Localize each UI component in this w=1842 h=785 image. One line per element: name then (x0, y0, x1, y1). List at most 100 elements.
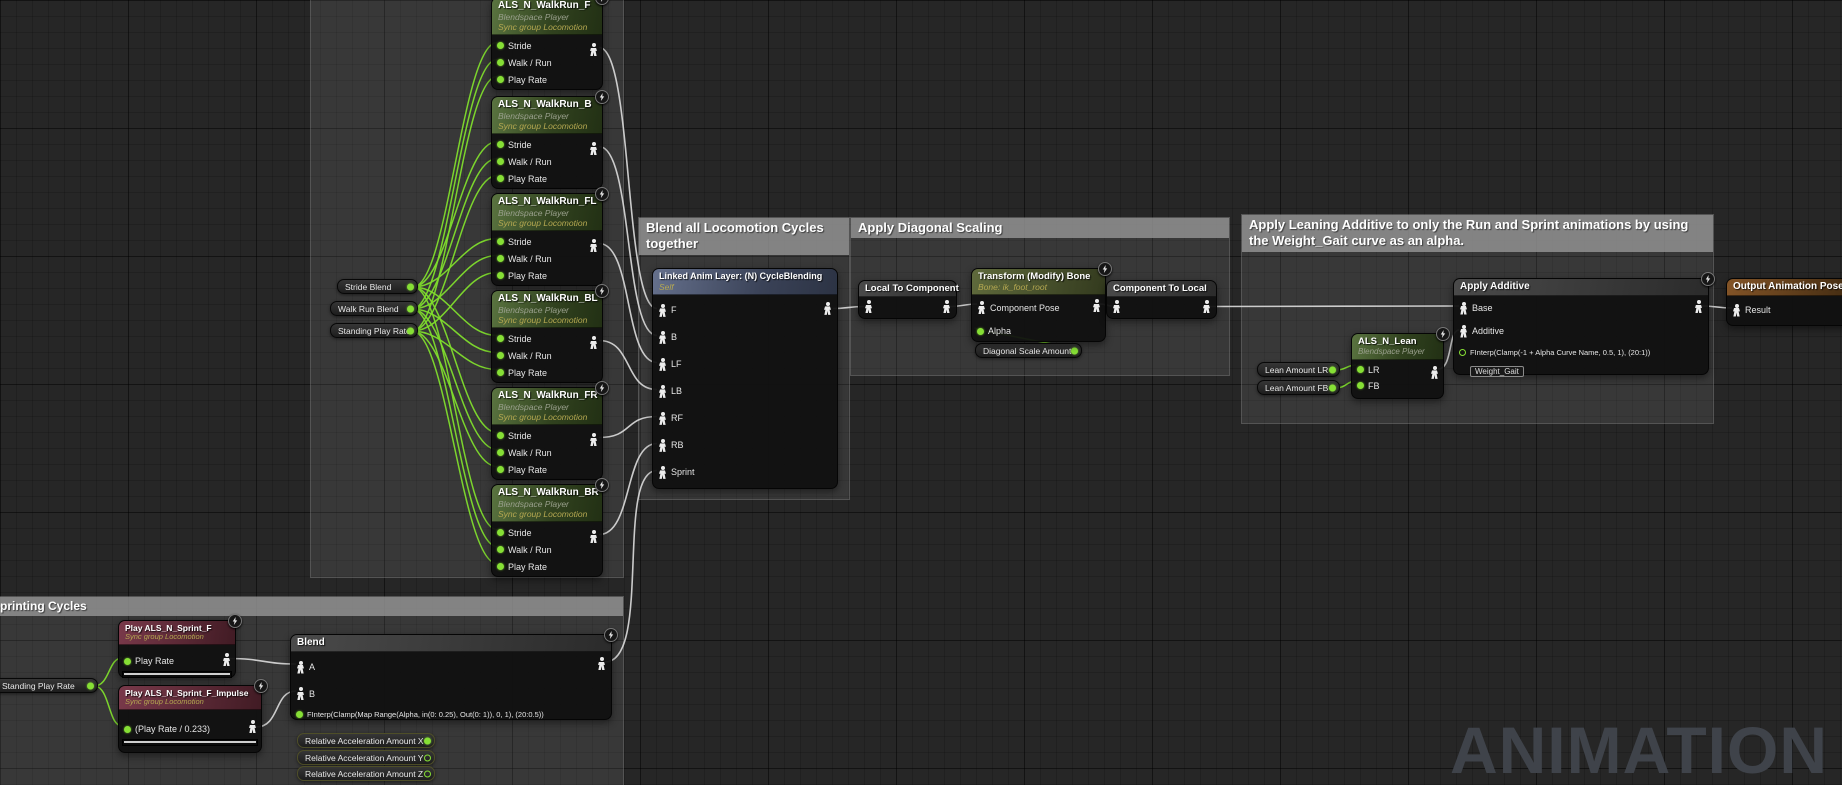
animgraph-canvas[interactable]: Blend all Locomotion Cycles together App… (0, 0, 1842, 785)
float-output-pin[interactable] (1329, 366, 1336, 373)
node-transform-modify-bone[interactable]: Transform (Modify) Bone Bone: ik_foot_ro… (971, 268, 1106, 342)
float-output-pin[interactable] (424, 737, 431, 744)
pose-output-pin[interactable] (1202, 300, 1211, 313)
pose-input-pin[interactable] (658, 331, 667, 344)
blendspace-player-node[interactable]: ALS_N_WalkRun_F Blendspace Player Sync g… (491, 0, 603, 90)
pin-row: Play Rate (492, 170, 602, 187)
float-input-pin[interactable] (497, 466, 504, 473)
blendspace-player-node[interactable]: ALS_N_WalkRun_FL Blendspace Player Sync … (491, 193, 603, 286)
pose-output-pin[interactable] (589, 530, 598, 543)
pose-input-pin[interactable] (1459, 325, 1468, 338)
blendspace-player-node[interactable]: ALS_N_WalkRun_BL Blendspace Player Sync … (491, 290, 603, 383)
variable-pill-relative-acceleration-x[interactable]: Relative Acceleration Amount X (297, 733, 435, 748)
variable-pill-diagonal-scale-amount[interactable]: Diagonal Scale Amount (975, 343, 1082, 358)
float-input-pin[interactable] (296, 711, 303, 718)
pin-label: Walk / Run (508, 254, 552, 264)
blendspace-player-node[interactable]: ALS_N_WalkRun_FR Blendspace Player Sync … (491, 387, 603, 480)
node-title: Linked Anim Layer: (N) CycleBlending (659, 271, 831, 282)
variable-pill-lean-amount-fb[interactable]: Lean Amount FB (1257, 380, 1340, 395)
node-local-to-component[interactable]: Local To Component (858, 280, 957, 319)
node-play-als-n-sprint-f-impulse[interactable]: Play ALS_N_Sprint_F_Impulse Sync group L… (118, 685, 262, 753)
float-input-pin[interactable] (497, 529, 504, 536)
float-input-pin[interactable] (1357, 382, 1364, 389)
pose-input-pin[interactable] (658, 439, 667, 452)
pose-output-pin[interactable] (589, 142, 598, 155)
float-input-pin[interactable] (497, 335, 504, 342)
pose-output-pin[interactable] (1092, 299, 1101, 312)
pose-input-pin[interactable] (658, 304, 667, 317)
node-output-animation-pose[interactable]: Output Animation Pose Result (1726, 278, 1842, 326)
pose-output-pin[interactable] (597, 657, 606, 670)
variable-pill-lean-amount-lr[interactable]: Lean Amount LR (1257, 362, 1340, 377)
float-input-pin[interactable] (497, 255, 504, 262)
float-input-pin[interactable] (497, 272, 504, 279)
float-output-pin[interactable] (424, 754, 431, 761)
node-header: Component To Local (1107, 281, 1216, 297)
float-input-pin[interactable] (1357, 366, 1364, 373)
float-input-pin[interactable] (497, 546, 504, 553)
float-output-pin[interactable] (87, 682, 94, 689)
float-output-pin[interactable] (424, 770, 431, 777)
pose-output-pin[interactable] (222, 653, 231, 666)
float-output-pin[interactable] (407, 327, 414, 334)
float-input-pin[interactable] (977, 328, 984, 335)
node-component-to-local[interactable]: Component To Local (1106, 280, 1217, 319)
pose-input-pin[interactable] (1112, 300, 1121, 313)
pose-input-pin[interactable] (296, 661, 305, 674)
float-output-pin[interactable] (1329, 384, 1336, 391)
pin-label: LB (671, 386, 682, 396)
variable-pill-walk-run-blend[interactable]: Walk Run Blend (330, 301, 418, 316)
float-input-pin[interactable] (497, 42, 504, 49)
pose-input-pin[interactable] (1459, 302, 1468, 315)
variable-pill-stride-blend[interactable]: Stride Blend (337, 279, 418, 294)
float-input-pin[interactable] (497, 432, 504, 439)
pose-output-pin[interactable] (823, 302, 832, 315)
float-output-pin[interactable] (407, 305, 414, 312)
float-input-pin[interactable] (497, 141, 504, 148)
float-output-pin[interactable] (407, 283, 414, 290)
pose-input-pin[interactable] (658, 466, 667, 479)
pose-output-pin[interactable] (1430, 366, 1439, 379)
float-input-pin[interactable] (497, 76, 504, 83)
float-input-pin[interactable] (124, 726, 131, 733)
blendspace-player-node[interactable]: ALS_N_WalkRun_BR Blendspace Player Sync … (491, 484, 603, 577)
pin-row: F (653, 297, 837, 324)
pose-output-pin[interactable] (589, 336, 598, 349)
float-input-pin[interactable] (497, 175, 504, 182)
node-als-n-lean[interactable]: ALS_N_Lean Blendspace Player LR FB (1351, 333, 1444, 399)
float-output-pin[interactable] (1071, 347, 1078, 354)
pose-input-pin[interactable] (658, 358, 667, 371)
float-input-pin[interactable] (124, 658, 131, 665)
pose-input-pin[interactable] (658, 385, 667, 398)
float-input-pin[interactable] (497, 563, 504, 570)
float-input-pin[interactable] (1459, 349, 1466, 356)
pose-input-pin[interactable] (296, 687, 305, 700)
float-input-pin[interactable] (497, 352, 504, 359)
pose-input-pin[interactable] (658, 412, 667, 425)
pose-output-pin[interactable] (589, 43, 598, 56)
pose-input-pin[interactable] (1732, 304, 1741, 317)
variable-pill-standing-play-rate[interactable]: Standing Play Rate (330, 323, 418, 338)
float-input-pin[interactable] (497, 449, 504, 456)
node-linked-anim-layer[interactable]: Linked Anim Layer: (N) CycleBlending Sel… (652, 268, 838, 489)
float-input-pin[interactable] (497, 59, 504, 66)
pose-output-pin[interactable] (589, 239, 598, 252)
pose-input-pin[interactable] (977, 301, 986, 314)
pose-output-pin[interactable] (942, 300, 951, 313)
float-input-pin[interactable] (497, 158, 504, 165)
variable-pill-relative-acceleration-y[interactable]: Relative Acceleration Amount Y (297, 750, 435, 765)
pose-input-pin[interactable] (864, 300, 873, 313)
blendspace-player-node[interactable]: ALS_N_WalkRun_B Blendspace Player Sync g… (491, 96, 603, 189)
pose-output-pin[interactable] (1694, 300, 1703, 313)
float-input-pin[interactable] (497, 238, 504, 245)
float-input-pin[interactable] (497, 369, 504, 376)
pose-output-pin[interactable] (248, 720, 257, 733)
node-blend[interactable]: Blend A B FInterp(Clamp(Map Range(Alpha,… (290, 634, 612, 720)
pose-output-pin[interactable] (589, 433, 598, 446)
node-subtitle: Blendspace Player (498, 305, 596, 315)
node-apply-additive[interactable]: Apply Additive Base Additive FInterp(Cla… (1453, 278, 1709, 375)
node-play-als-n-sprint-f[interactable]: Play ALS_N_Sprint_F Sync group Locomotio… (118, 620, 236, 678)
pin-label: FInterp(Clamp(Map Range(Alpha, in(0: 0.2… (307, 710, 544, 719)
variable-pill-standing-play-rate[interactable]: Standing Play Rate (0, 678, 98, 693)
variable-pill-relative-acceleration-z[interactable]: Relative Acceleration Amount Z (297, 766, 435, 781)
